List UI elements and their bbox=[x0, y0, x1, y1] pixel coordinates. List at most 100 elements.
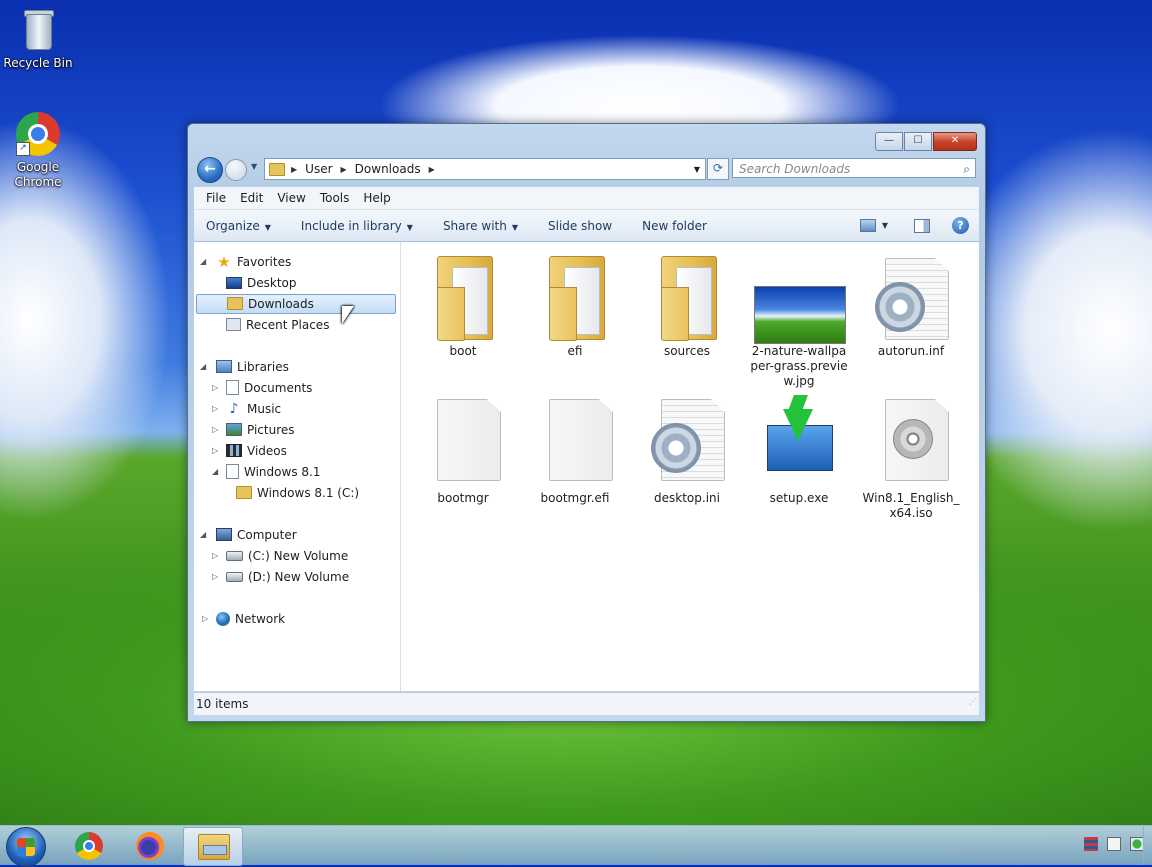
forward-button[interactable] bbox=[225, 159, 247, 181]
expand-arrow[interactable]: ▷ bbox=[212, 441, 218, 461]
network-icon bbox=[216, 611, 230, 626]
tree-item-documents[interactable]: ▷ Documents bbox=[212, 378, 312, 398]
tree-item-recent-places[interactable]: Recent Places bbox=[226, 315, 329, 335]
search-icon[interactable]: ⌕ bbox=[963, 159, 970, 179]
expand-arrow[interactable]: ◢ bbox=[200, 525, 206, 545]
windows-logo-icon bbox=[17, 838, 35, 856]
taskbar-firefox[interactable] bbox=[121, 827, 179, 864]
file-name: autorun.inf bbox=[877, 344, 945, 358]
breadcrumb-downloads[interactable]: Downloads bbox=[355, 162, 421, 176]
menu-tools[interactable]: Tools bbox=[320, 191, 350, 205]
expand-arrow[interactable]: ▷ bbox=[212, 399, 218, 419]
search-placeholder: Search Downloads bbox=[739, 162, 851, 176]
tree-item-windows-81-c[interactable]: Windows 8.1 (C:) bbox=[236, 483, 359, 503]
breadcrumb-separator[interactable]: ▶ bbox=[291, 165, 297, 174]
expand-arrow[interactable]: ▷ bbox=[202, 609, 208, 629]
tree-item-computer[interactable]: ◢ Computer bbox=[200, 525, 297, 545]
help-icon[interactable]: ? bbox=[952, 217, 969, 234]
tree-item-c-drive[interactable]: ▷ (C:) New Volume bbox=[212, 546, 348, 566]
slide-show-button[interactable]: Slide show bbox=[548, 219, 612, 233]
change-view-icon[interactable] bbox=[859, 219, 876, 232]
organize-button[interactable]: Organize ▼ bbox=[206, 219, 271, 233]
preview-pane-icon[interactable] bbox=[914, 218, 930, 233]
file-item-efi[interactable]: efi bbox=[525, 248, 625, 359]
file-item-setup-exe[interactable]: setup.exe bbox=[749, 395, 849, 506]
breadcrumb-separator[interactable]: ▶ bbox=[341, 165, 347, 174]
share-with-button[interactable]: Share with ▼ bbox=[443, 219, 518, 233]
explorer-window: — ☐ ✕ ← ▼ ▶ User ▶ Downloads ▶ ▼ ⟳ Searc… bbox=[187, 123, 986, 722]
tree-item-music[interactable]: ▷ ♪ Music bbox=[212, 399, 282, 419]
tree-item-network[interactable]: ▷ Network bbox=[202, 609, 285, 629]
menu-help[interactable]: Help bbox=[363, 191, 390, 205]
file-item-wallpaper-jpg[interactable]: 2-nature-wallpaper-grass.preview.jpg bbox=[749, 248, 849, 389]
expand-arrow[interactable]: ◢ bbox=[212, 462, 218, 482]
breadcrumb-separator[interactable]: ▶ bbox=[429, 165, 435, 174]
music-icon: ♪ bbox=[229, 400, 239, 417]
archive-tray-icon[interactable] bbox=[1084, 837, 1098, 851]
drive-icon bbox=[226, 550, 243, 561]
menu-edit[interactable]: Edit bbox=[240, 191, 263, 205]
expand-arrow[interactable]: ▷ bbox=[212, 567, 218, 587]
blank-file-icon bbox=[423, 395, 503, 487]
resize-grip-icon[interactable]: ⋰ bbox=[969, 691, 977, 713]
expand-arrow[interactable]: ◢ bbox=[200, 357, 206, 377]
document-tray-icon[interactable] bbox=[1107, 837, 1121, 851]
start-button[interactable] bbox=[6, 827, 46, 867]
menu-bar: File Edit View Tools Help bbox=[194, 187, 979, 210]
file-item-win81-iso[interactable]: Win8.1_English_x64.iso bbox=[861, 395, 961, 521]
menu-file[interactable]: File bbox=[206, 191, 226, 205]
close-button[interactable]: ✕ bbox=[933, 132, 977, 151]
file-list: boot efi sources 2-nature-wallpaper-gras… bbox=[401, 242, 979, 691]
tree-item-libraries[interactable]: ◢ Libraries bbox=[200, 357, 289, 377]
expand-arrow[interactable]: ▷ bbox=[212, 546, 218, 566]
tree-label: Desktop bbox=[247, 276, 297, 290]
security-tray-icon[interactable] bbox=[1130, 837, 1144, 851]
file-item-bootmgr-efi[interactable]: bootmgr.efi bbox=[525, 395, 625, 506]
new-folder-button[interactable]: New folder bbox=[642, 219, 707, 233]
expand-arrow[interactable]: ◢ bbox=[200, 252, 206, 272]
taskbar-file-explorer[interactable] bbox=[183, 827, 243, 866]
tree-item-pictures[interactable]: ▷ Pictures bbox=[212, 420, 295, 440]
desktop-icon-recycle-bin[interactable]: Recycle Bin bbox=[0, 8, 76, 71]
tree-item-desktop[interactable]: Desktop bbox=[226, 273, 297, 293]
search-input[interactable]: Search Downloads ⌕ bbox=[732, 158, 976, 178]
back-button[interactable]: ← bbox=[197, 157, 223, 183]
address-dropdown[interactable]: ▼ bbox=[694, 165, 700, 174]
tree-item-downloads[interactable]: Downloads bbox=[196, 294, 396, 314]
tree-item-windows-81[interactable]: ◢ Windows 8.1 bbox=[212, 462, 320, 482]
file-item-sources[interactable]: sources bbox=[637, 248, 737, 359]
menu-view[interactable]: View bbox=[277, 191, 305, 205]
tree-label: Music bbox=[247, 402, 282, 416]
taskbar-chrome[interactable] bbox=[60, 827, 118, 864]
mouse-cursor-icon bbox=[342, 306, 354, 324]
tree-label: Recent Places bbox=[246, 318, 330, 332]
desktop-icon-google-chrome[interactable]: ↗ Google Chrome bbox=[0, 112, 76, 190]
file-item-bootmgr[interactable]: bootmgr bbox=[413, 395, 513, 506]
minimize-button[interactable]: — bbox=[875, 132, 903, 151]
tree-item-videos[interactable]: ▷ Videos bbox=[212, 441, 287, 461]
shortcut-arrow-icon: ↗ bbox=[16, 142, 30, 156]
file-item-desktop-ini[interactable]: desktop.ini bbox=[637, 395, 737, 506]
address-bar[interactable]: ▶ User ▶ Downloads ▶ ▼ bbox=[264, 158, 706, 180]
tree-item-favorites[interactable]: ◢ ★ Favorites bbox=[200, 252, 292, 272]
expand-arrow[interactable]: ▷ bbox=[212, 378, 218, 398]
gear-icon bbox=[875, 282, 925, 332]
expand-arrow[interactable]: ▷ bbox=[212, 420, 218, 440]
file-item-autorun-inf[interactable]: autorun.inf bbox=[861, 248, 961, 359]
pictures-icon bbox=[226, 423, 242, 436]
tree-label: Favorites bbox=[237, 255, 292, 269]
navigation-pane[interactable]: ◢ ★ Favorites Desktop Downloads Recent Pl… bbox=[194, 242, 401, 691]
blank-file-icon bbox=[535, 395, 615, 487]
breadcrumb-user[interactable]: User bbox=[305, 162, 332, 176]
folder-icon bbox=[269, 162, 285, 176]
recent-pages-dropdown[interactable]: ▼ bbox=[251, 162, 257, 171]
show-desktop-button[interactable] bbox=[1143, 826, 1152, 865]
include-in-library-button[interactable]: Include in library ▼ bbox=[301, 219, 413, 233]
maximize-button[interactable]: ☐ bbox=[904, 132, 932, 151]
file-item-boot[interactable]: boot bbox=[413, 248, 513, 359]
view-options-dropdown[interactable]: ▼ bbox=[882, 221, 888, 230]
refresh-button[interactable]: ⟳ bbox=[707, 158, 729, 180]
tree-label: Pictures bbox=[247, 423, 295, 437]
tree-item-d-drive[interactable]: ▷ (D:) New Volume bbox=[212, 567, 349, 587]
disc-image-icon bbox=[871, 395, 951, 487]
